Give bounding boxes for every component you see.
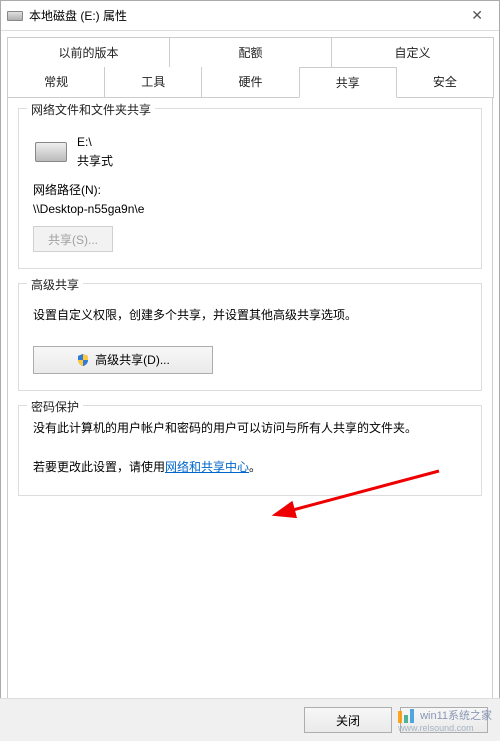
- password-protection-legend: 密码保护: [27, 398, 83, 415]
- network-path-label: 网络路径(N):: [33, 181, 467, 198]
- tab-previous-versions[interactable]: 以前的版本: [7, 37, 170, 67]
- close-icon[interactable]: ✕: [461, 3, 493, 28]
- tabs: 以前的版本 配额 自定义 常规 工具 硬件 共享 安全: [1, 31, 499, 98]
- advanced-sharing-desc: 设置自定义权限，创建多个共享，并设置其他高级共享选项。: [33, 306, 467, 325]
- share-button: 共享(S)...: [33, 226, 113, 252]
- password-line2-prefix: 若要更改此设置，请使用: [33, 460, 165, 474]
- watermark-url: www.relsound.com: [398, 723, 492, 733]
- close-button[interactable]: 关闭: [304, 707, 392, 733]
- tab-hardware[interactable]: 硬件: [201, 67, 299, 98]
- advanced-sharing-group: 高级共享 设置自定义权限，创建多个共享，并设置其他高级共享选项。 高级共享(D)…: [18, 283, 482, 390]
- advanced-sharing-button[interactable]: 高级共享(D)...: [33, 346, 213, 374]
- tab-row-2: 常规 工具 硬件 共享 安全: [7, 67, 493, 98]
- watermark: win11系统之家 www.relsound.com: [398, 707, 492, 733]
- network-sharing-legend: 网络文件和文件夹共享: [27, 101, 155, 118]
- properties-dialog: 本地磁盘 (E:) 属性 ✕ 以前的版本 配额 自定义 常规 工具 硬件 共享 …: [0, 0, 500, 719]
- titlebar: 本地磁盘 (E:) 属性 ✕: [1, 1, 499, 31]
- drive-large-icon: [35, 142, 67, 162]
- advanced-sharing-button-label: 高级共享(D)...: [95, 351, 170, 368]
- password-text: 没有此计算机的用户帐户和密码的用户可以访问与所有人共享的文件夹。 若要更改此设置…: [33, 418, 467, 479]
- password-line1: 没有此计算机的用户帐户和密码的用户可以访问与所有人共享的文件夹。: [33, 418, 467, 440]
- drive-path: E:\: [77, 133, 113, 152]
- network-sharing-center-link[interactable]: 网络和共享中心: [165, 460, 249, 474]
- watermark-logo-icon: [398, 709, 416, 723]
- tab-customize[interactable]: 自定义: [331, 37, 494, 67]
- watermark-text: win11系统之家: [420, 710, 492, 722]
- password-line2: 若要更改此设置，请使用网络和共享中心。: [33, 457, 467, 479]
- uac-shield-icon: [76, 353, 90, 367]
- tab-quota[interactable]: 配额: [169, 37, 332, 67]
- drive-icon: [7, 11, 23, 21]
- tab-row-1: 以前的版本 配额 自定义: [7, 37, 493, 67]
- advanced-sharing-legend: 高级共享: [27, 276, 83, 293]
- network-sharing-group: 网络文件和文件夹共享 E:\ 共享式 网络路径(N): \\Desktop-n5…: [18, 108, 482, 269]
- tab-sharing[interactable]: 共享: [299, 67, 397, 98]
- tab-general[interactable]: 常规: [7, 67, 105, 98]
- password-line2-suffix: 。: [249, 460, 261, 474]
- network-path-value: \\Desktop-n55ga9n\e: [33, 202, 467, 216]
- share-info-row: E:\ 共享式: [35, 133, 467, 171]
- tab-security[interactable]: 安全: [396, 67, 494, 98]
- share-status: 共享式: [77, 152, 113, 171]
- sharing-panel: 网络文件和文件夹共享 E:\ 共享式 网络路径(N): \\Desktop-n5…: [7, 97, 493, 717]
- tab-tools[interactable]: 工具: [104, 67, 202, 98]
- password-protection-group: 密码保护 没有此计算机的用户帐户和密码的用户可以访问与所有人共享的文件夹。 若要…: [18, 405, 482, 496]
- share-text: E:\ 共享式: [77, 133, 113, 171]
- window-title: 本地磁盘 (E:) 属性: [29, 7, 461, 24]
